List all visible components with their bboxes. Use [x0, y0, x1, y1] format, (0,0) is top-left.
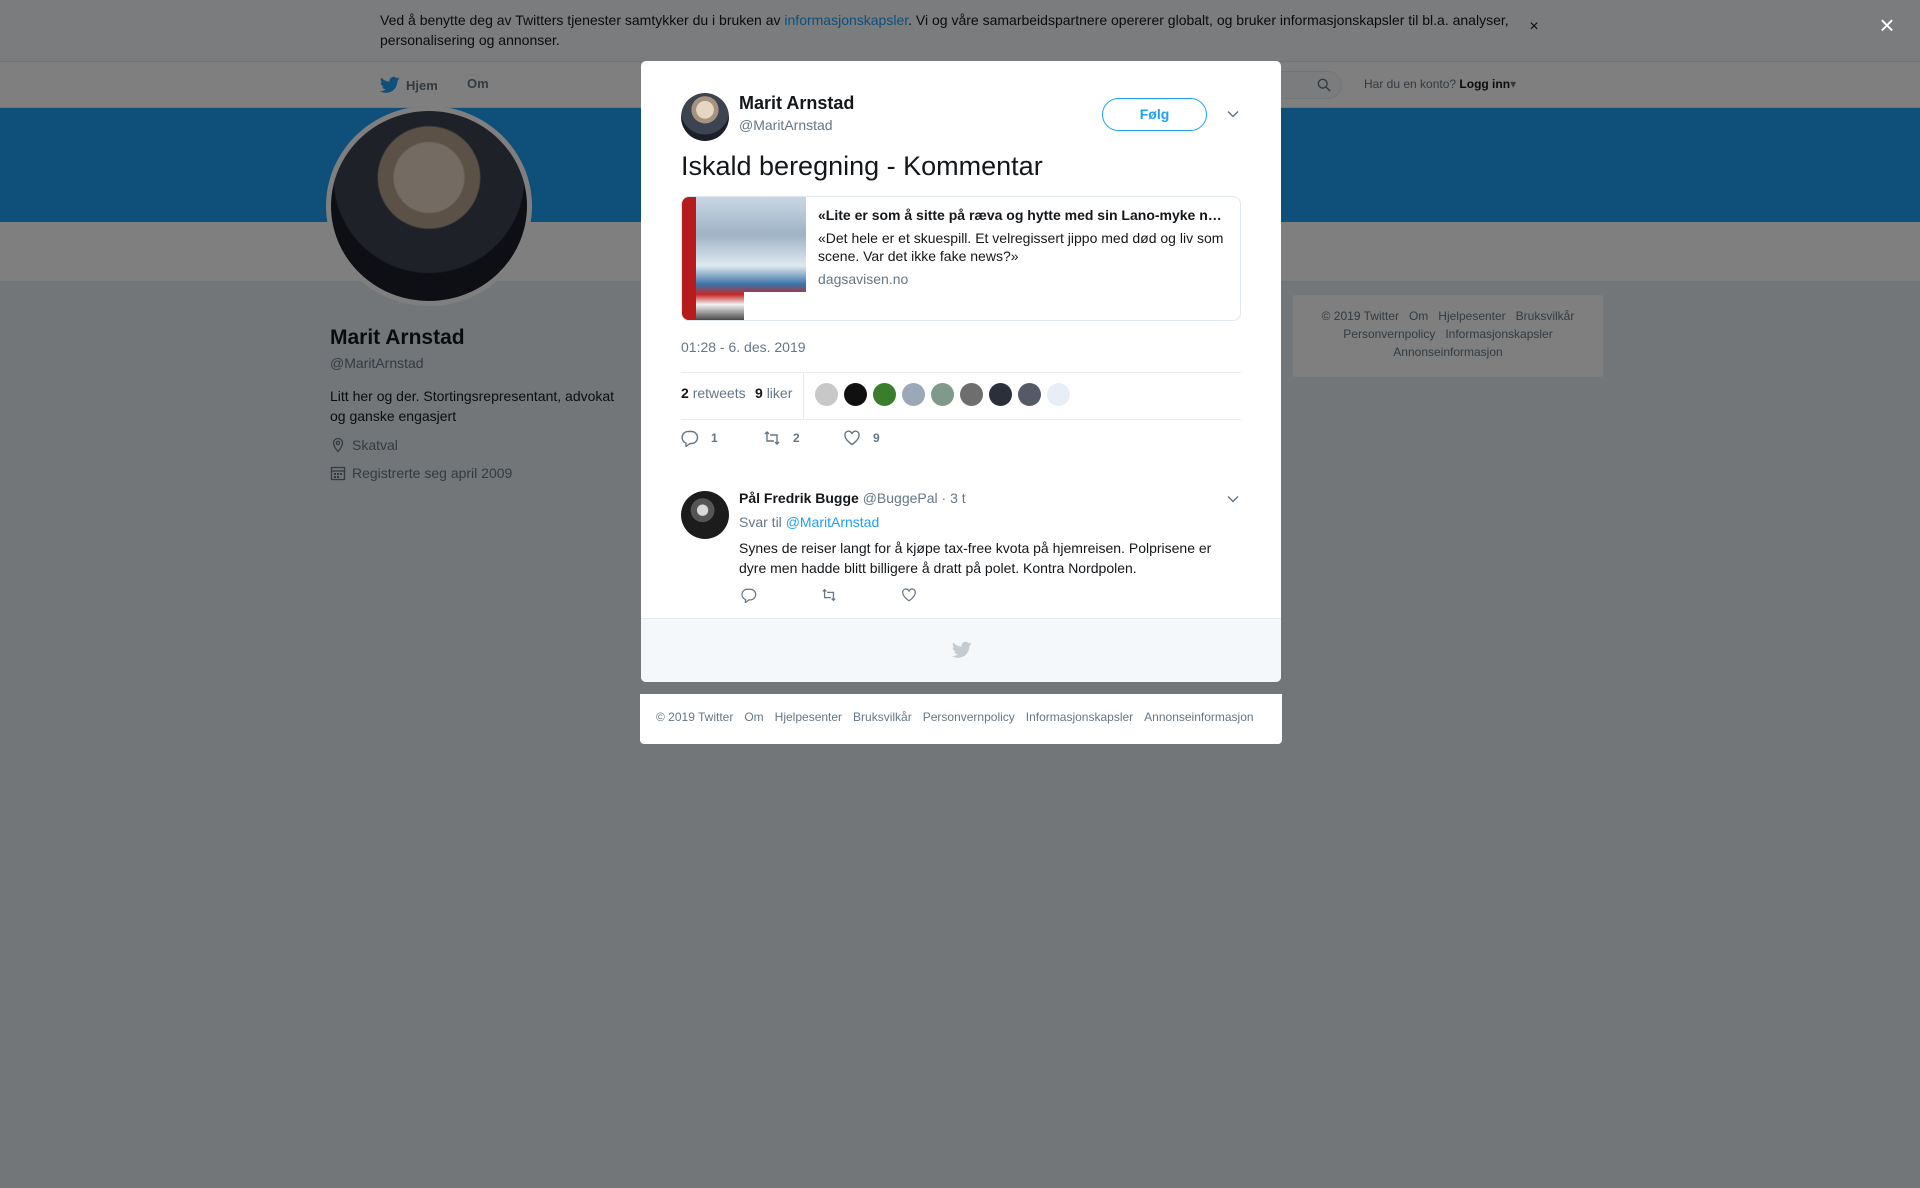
reply-author-avatar[interactable]	[681, 491, 729, 539]
tweet-author-handle[interactable]: @MaritArnstad	[739, 117, 833, 133]
link-preview-description: «Det hele er et skuespill. Et velregisse…	[818, 230, 1224, 264]
liker-avatar[interactable]	[1018, 383, 1041, 406]
retweets-count: 2	[681, 385, 689, 401]
like-count: 9	[873, 431, 880, 445]
footer-link-help[interactable]: Hjelpesenter	[775, 710, 842, 724]
likes-stat[interactable]: 9 liker	[755, 385, 792, 401]
reply-header: Pål Fredrik Bugge @BuggePal · 3 t	[739, 490, 966, 506]
reply-author-name[interactable]: Pål Fredrik Bugge	[739, 490, 859, 506]
link-preview-image	[682, 197, 806, 320]
reply-to-label: Svar til	[739, 514, 782, 530]
tweet-timestamp[interactable]: 01:28 - 6. des. 2019	[681, 339, 806, 355]
reply-button[interactable]: 1	[681, 429, 718, 447]
reply-context: Svar til @MaritArnstad	[739, 514, 879, 530]
liker-avatar[interactable]	[844, 383, 867, 406]
retweet-icon[interactable]	[821, 587, 837, 603]
footer-link-cookies[interactable]: Informasjonskapsler	[1026, 710, 1133, 724]
chevron-down-icon[interactable]	[1226, 107, 1240, 121]
reply-tweet[interactable]: Pål Fredrik Bugge @BuggePal · 3 t Svar t…	[641, 466, 1281, 611]
link-preview-domain: dagsavisen.no	[818, 271, 909, 287]
liker-avatar[interactable]	[873, 383, 896, 406]
liker-avatar[interactable]	[815, 383, 838, 406]
tweet-author-name[interactable]: Marit Arnstad	[739, 93, 854, 114]
link-preview-card[interactable]: «Lite er som å sitte på ræva og hytte me…	[681, 196, 1241, 321]
reply-icon	[681, 430, 699, 447]
liker-avatar[interactable]	[960, 383, 983, 406]
liker-avatar[interactable]	[1047, 383, 1070, 406]
close-icon[interactable]: ×	[1874, 12, 1900, 38]
retweet-icon	[764, 431, 780, 445]
footer-copyright: © 2019 Twitter	[656, 710, 734, 724]
follow-button[interactable]: Følg	[1102, 98, 1207, 131]
retweets-label: retweets	[692, 385, 746, 401]
retweet-button[interactable]: 2	[763, 429, 800, 447]
footer-link-about[interactable]: Om	[744, 710, 763, 724]
tweet-actions: 1 2 9	[681, 429, 1241, 453]
likers-avatars	[815, 383, 1076, 406]
chevron-down-icon[interactable]	[1226, 492, 1240, 506]
footer-link-terms[interactable]: Bruksvilkår	[853, 710, 912, 724]
link-preview-title: «Lite er som å sitte på ræva og hytte me…	[818, 207, 1228, 223]
reply-author-handle[interactable]: @BuggePal	[863, 490, 938, 506]
tweet-modal: Marit Arnstad @MaritArnstad Følg Iskald …	[641, 61, 1281, 682]
like-button[interactable]: 9	[843, 429, 880, 447]
modal-overlay[interactable]: × Marit Arnstad @MaritArnstad Følg Iskal…	[0, 0, 1920, 1188]
footer-link-ads[interactable]: Annonseinformasjon	[1144, 710, 1253, 724]
reply-age[interactable]: · 3 t	[942, 490, 966, 506]
heart-icon	[844, 430, 860, 446]
liker-avatar[interactable]	[902, 383, 925, 406]
modal-footer	[641, 618, 1281, 682]
reply-text: Synes de reiser langt for å kjøpe tax-fr…	[739, 540, 1212, 576]
retweet-count: 2	[793, 431, 800, 445]
modal-under-footer: © 2019 Twitter Om Hjelpesenter Bruksvilkår P…	[640, 694, 1282, 744]
heart-icon[interactable]	[901, 587, 917, 603]
tweet-stats: 2 retweets 9 liker	[681, 372, 1241, 420]
likes-label: liker	[766, 385, 793, 401]
liker-avatar[interactable]	[989, 383, 1012, 406]
footer-link-privacy[interactable]: Personvernpolicy	[923, 710, 1015, 724]
liker-avatar[interactable]	[931, 383, 954, 406]
retweets-stat[interactable]: 2 retweets	[681, 385, 746, 401]
likes-count: 9	[755, 385, 763, 401]
reply-to-link[interactable]: @MaritArnstad	[786, 514, 880, 530]
reply-icon[interactable]	[741, 587, 757, 603]
stats-divider	[803, 373, 804, 419]
reply-tweet-actions	[739, 587, 1039, 605]
twitter-bird-icon	[952, 641, 972, 658]
tweet-author-avatar[interactable]	[681, 93, 729, 141]
tweet-text: Iskald beregning - Kommentar	[681, 151, 1043, 181]
reply-count: 1	[711, 431, 718, 445]
